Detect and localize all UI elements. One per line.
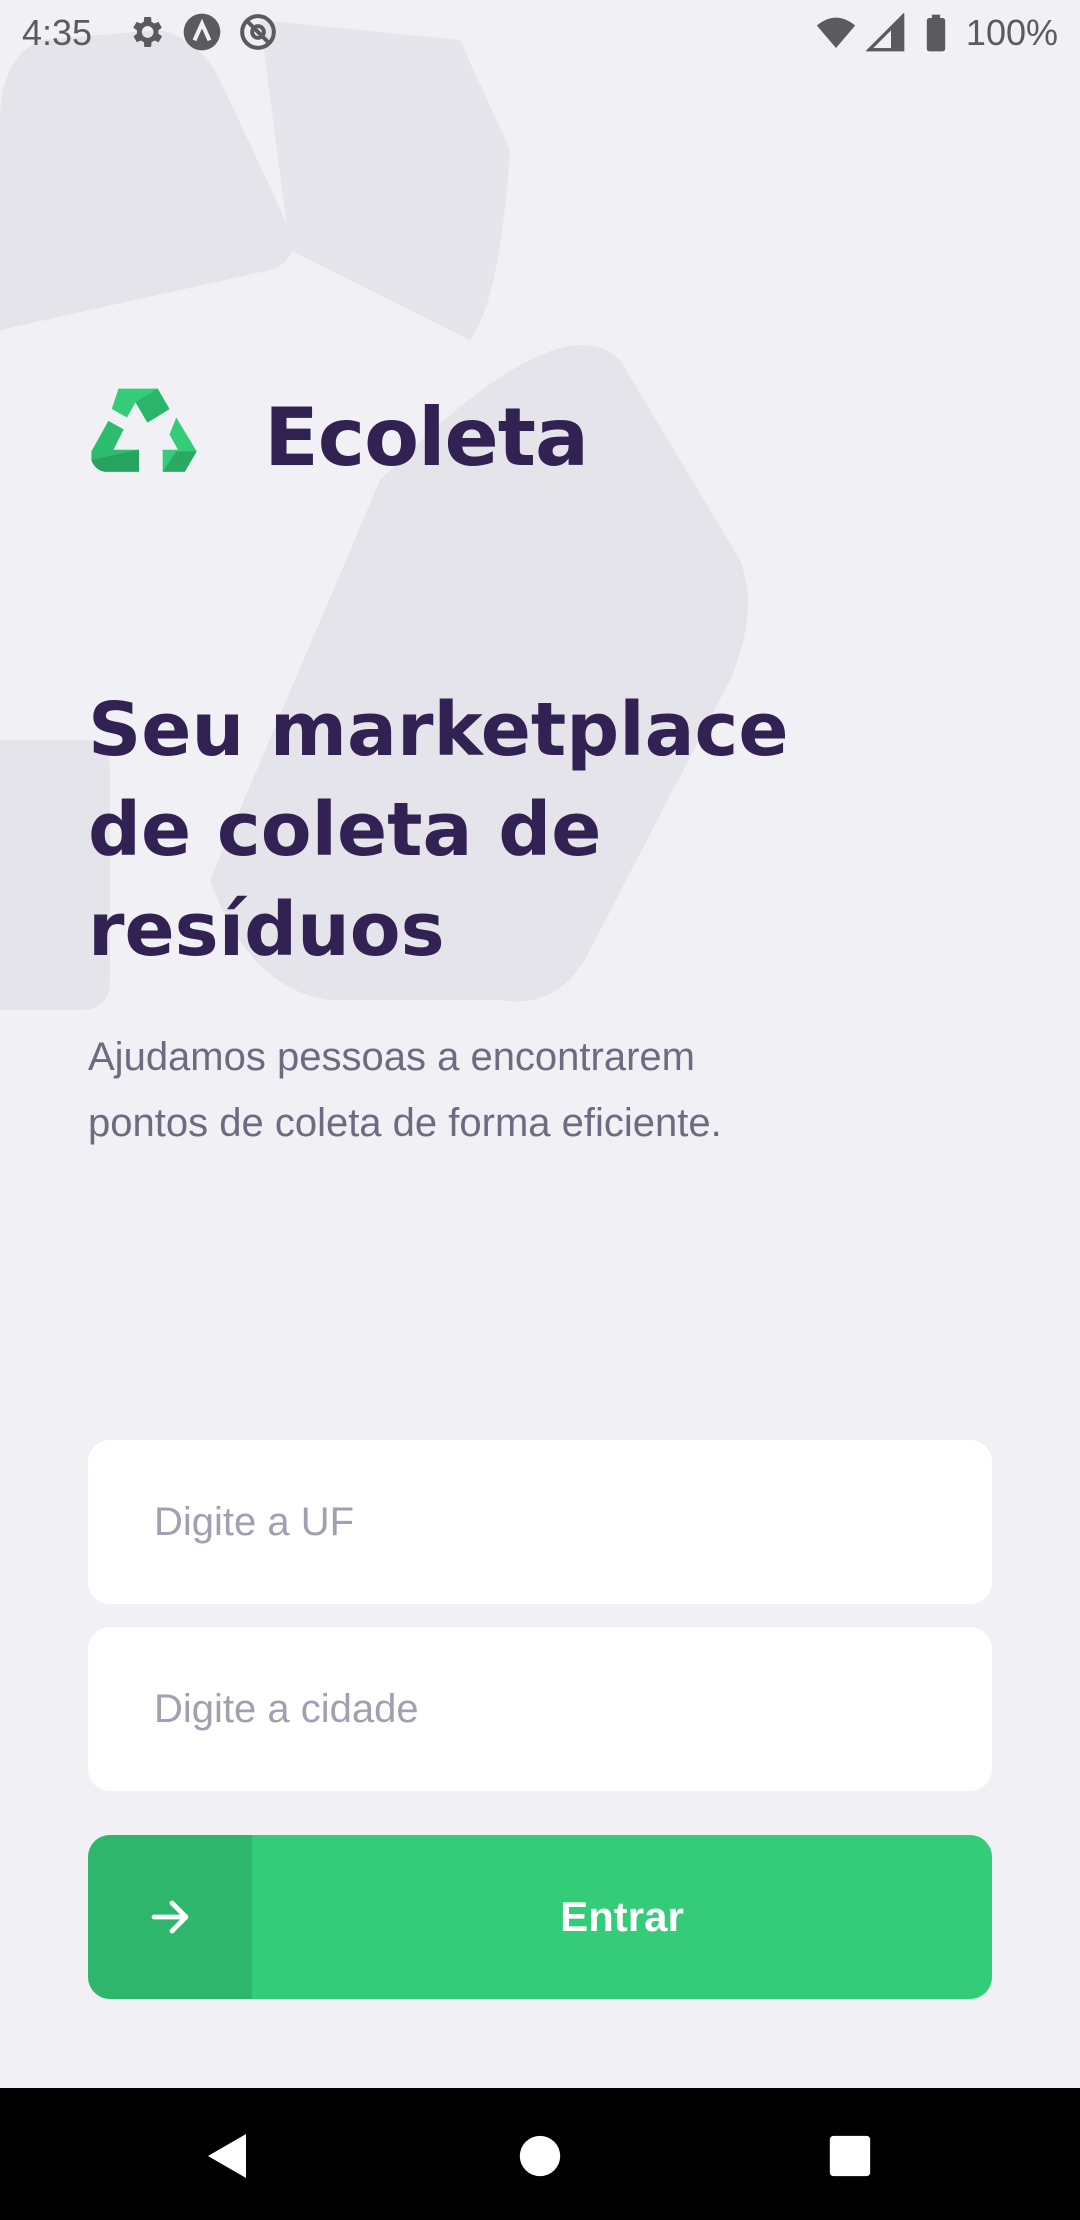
enter-button[interactable]: Entrar — [88, 1835, 992, 1999]
enter-button-label: Entrar — [560, 1893, 684, 1940]
back-button[interactable] — [198, 2128, 254, 2184]
city-input[interactable] — [88, 1627, 992, 1791]
page-title-line-2: de coleta de — [88, 787, 602, 873]
arrow-right-icon — [151, 1900, 189, 1934]
battery-icon — [926, 14, 946, 52]
page-description-line-2: pontos de coleta de forma eficiente. — [88, 1101, 722, 1145]
battery-percentage: 100% — [965, 12, 1058, 53]
status-icons-right: 100% — [816, 12, 1058, 54]
app-name: Ecoleta — [264, 390, 589, 484]
app-logo: Ecoleta — [88, 372, 589, 502]
page-title-line-3: resíduos — [88, 887, 445, 973]
status-bar: 4:35 100% — [0, 0, 1080, 66]
recents-button[interactable] — [822, 2128, 878, 2184]
status-icons-left — [126, 12, 278, 52]
home-icon — [519, 2135, 561, 2177]
page-title: Seu marketplace de coleta de resíduos — [88, 680, 848, 980]
home-button[interactable] — [512, 2128, 568, 2184]
recycle-icon — [91, 388, 197, 472]
uf-input[interactable] — [88, 1440, 992, 1604]
enter-button-icon-box — [88, 1835, 252, 1999]
recents-icon — [829, 2135, 871, 2177]
page-description: Ajudamos pessoas a encontrarem pontos de… — [88, 1024, 848, 1156]
back-icon — [208, 2134, 246, 2178]
system-navigation-bar — [0, 2088, 1080, 2220]
wifi-icon — [816, 17, 856, 48]
signal-icon — [865, 13, 905, 52]
settings-icon — [133, 17, 162, 47]
page-title-line-1: Seu marketplace — [88, 687, 789, 773]
status-time: 4:35 — [22, 12, 93, 53]
at-sign-icon — [240, 14, 276, 50]
alert-a-icon — [183, 13, 221, 51]
page-description-line-1: Ajudamos pessoas a encontrarem — [88, 1035, 695, 1079]
